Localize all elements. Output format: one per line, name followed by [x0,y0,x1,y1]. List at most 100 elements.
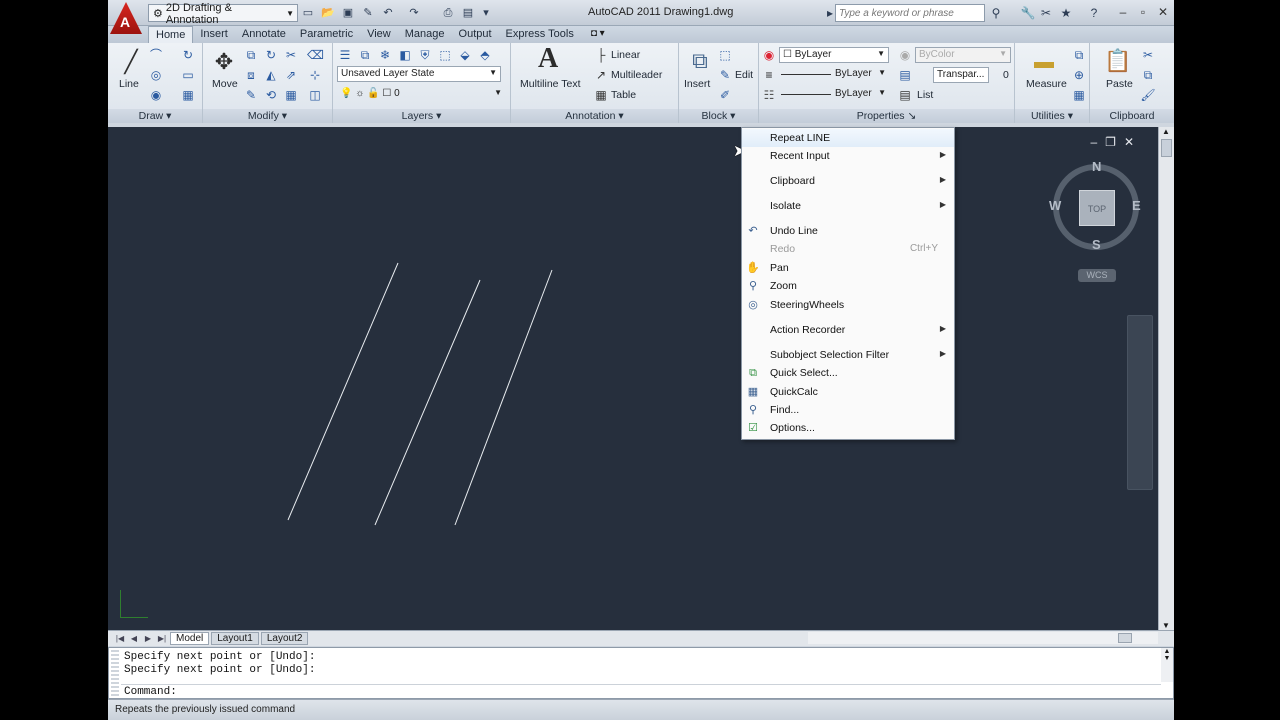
tab-layout2[interactable]: Layout2 [260,632,309,645]
line-label[interactable]: Line [119,78,139,90]
viewcube-east[interactable]: E [1132,198,1141,213]
linear-label[interactable]: Linear [611,49,640,61]
last-layout-icon[interactable]: ▶| [156,634,168,643]
copy-clip-icon[interactable]: ⧉ [1140,67,1156,83]
publish-icon[interactable]: ▤ [460,5,476,21]
erase-icon[interactable]: ⌫ [307,47,324,63]
menu-item-quickcalc[interactable]: ▦ QuickCalc [742,383,954,401]
region-icon[interactable]: ▦ [180,87,196,103]
menu-item-quick-select[interactable]: ⧉ Quick Select... [742,364,954,382]
menu-item-undo-line[interactable]: ↶ Undo Line [742,222,954,240]
navigation-bar[interactable] [1127,315,1153,490]
transparency-icon[interactable]: ▤ [897,67,913,83]
command-input[interactable]: Command: [121,684,1161,698]
close-button[interactable]: ✕ [1154,4,1172,20]
hscroll-thumb[interactable] [1118,633,1132,643]
scroll-down-icon[interactable]: ▼ [1162,621,1170,630]
measure-icon[interactable]: ▬ [1031,49,1057,75]
menu-item-subobject-selection-filter[interactable]: Subobject Selection Filter ▶ [742,346,954,364]
wcs-menu[interactable]: WCS [1078,269,1116,282]
annotation-panel-title[interactable]: Annotation ▾ [511,109,678,123]
search-input[interactable]: Type a keyword or phrase [835,4,985,22]
arc-icon[interactable]: ◉ [148,87,164,103]
layer-properties-icon[interactable]: ☰ [337,47,353,63]
stretch-icon[interactable]: ⇗ [283,67,299,83]
layer-walk-icon[interactable]: ⬙ [457,47,473,63]
linetype-icon[interactable]: ☷ [761,87,777,103]
multileader-icon[interactable]: ↗ [593,67,609,83]
layer-isolate-icon[interactable]: ⧉ [357,47,373,63]
command-scrollbar[interactable]: ▲ ▼ [1161,648,1173,682]
redo-icon[interactable]: ↷ [406,5,422,21]
edit-block-icon[interactable]: ✎ [717,67,733,83]
drawn-line[interactable] [374,279,481,526]
horizontal-scrollbar[interactable] [808,632,1158,644]
utilities-panel-title[interactable]: Utilities ▾ [1015,109,1089,123]
explode-icon[interactable]: ⊹ [307,67,323,83]
new-icon[interactable]: ▭ [300,5,316,21]
menu-item-action-recorder[interactable]: Action Recorder ▶ [742,321,954,339]
line-icon[interactable]: ╱ [118,49,144,75]
save-icon[interactable]: ▣ [340,5,356,21]
tab-parametric[interactable]: Parametric [293,26,360,43]
quick-select-icon[interactable]: ⧉ [1071,47,1087,63]
ribbon-toggle-icon[interactable]: ◘ ▾ [591,26,605,43]
tab-annotate[interactable]: Annotate [235,26,293,43]
id-point-icon[interactable]: ⊕ [1071,67,1087,83]
polyline-icon[interactable]: ⌒ [148,47,164,63]
trim-icon[interactable]: ✂ [283,47,299,63]
tab-output[interactable]: Output [452,26,499,43]
open-icon[interactable]: 📂 [320,5,336,21]
favorites-icon[interactable]: ★ [1058,5,1074,21]
rectangle-icon[interactable]: ▭ [180,67,196,83]
previous-layout-icon[interactable]: ◀ [128,634,140,643]
menu-item-clipboard[interactable]: Clipboard ▶ [742,172,954,190]
scroll-thumb[interactable] [1161,139,1172,157]
maximize-button[interactable]: ▫ [1134,4,1152,20]
viewcube-north[interactable]: N [1092,159,1101,174]
edit-attributes-icon[interactable]: ✐ [717,87,733,103]
tab-layout1[interactable]: Layout1 [211,632,259,645]
drawn-line[interactable] [454,269,553,526]
menu-item-options[interactable]: ☑ Options... [742,419,954,437]
pencil-icon[interactable]: ✎ [243,87,259,103]
drawing-area[interactable]: – ❐ ✕ TOP N S E W WCS ➤ [108,127,1158,630]
modify-panel-title[interactable]: Modify ▾ [203,109,332,123]
clipboard-panel-title[interactable]: Clipboard [1090,109,1174,123]
layer-off-icon[interactable]: ◧ [397,47,413,63]
paste-icon[interactable]: 📋 [1104,47,1131,75]
copy-icon[interactable]: ⧉ [243,47,259,63]
calculator-icon[interactable]: ▦ [1071,87,1087,103]
scale-icon[interactable]: ⟲ [263,87,279,103]
color-wheel-icon[interactable]: ◉ [761,47,777,63]
move-label[interactable]: Move [212,78,238,90]
plot-icon[interactable]: ⎙ [440,5,456,21]
drawing-close-button[interactable]: ✕ [1124,135,1134,149]
viewcube-south[interactable]: S [1092,237,1101,252]
fillet-icon[interactable]: ◭ [263,67,279,83]
move-icon[interactable]: ✥ [211,49,237,75]
block-panel-title[interactable]: Block ▾ [679,109,758,123]
mirror-icon[interactable]: ⧈ [243,67,259,83]
save-as-icon[interactable]: ✎ [360,5,376,21]
edit-label[interactable]: Edit [735,69,753,81]
lineweight-dropdown[interactable]: ByLayer ▼ [779,67,889,83]
multiline-text-icon[interactable]: A [538,43,558,75]
layer-match-icon[interactable]: ⬚ [437,47,453,63]
circle-icon[interactable]: ◎ [148,67,164,83]
create-block-icon[interactable]: ⬚ [717,47,733,63]
array-icon[interactable]: ▦ [283,87,299,103]
next-layout-icon[interactable]: ▶ [142,634,154,643]
list-label[interactable]: List [917,89,933,101]
transparency-value[interactable]: 0 [1003,69,1009,81]
properties-panel-title[interactable]: Properties ↘ [759,109,1014,123]
tab-express-tools[interactable]: Express Tools [499,26,581,43]
minimize-button[interactable]: – [1114,4,1132,20]
vertical-scrollbar[interactable]: ▲ ▼ [1158,127,1174,630]
qat-dropdown-icon[interactable]: ▾ [478,5,494,21]
multileader-label[interactable]: Multileader [611,69,662,81]
layer-freeze-icon[interactable]: ❄ [377,47,393,63]
draw-panel-title[interactable]: Draw ▾ [108,109,202,123]
tab-insert[interactable]: Insert [193,26,235,43]
layer-state-dropdown[interactable]: Unsaved Layer State ▼ [337,66,501,82]
